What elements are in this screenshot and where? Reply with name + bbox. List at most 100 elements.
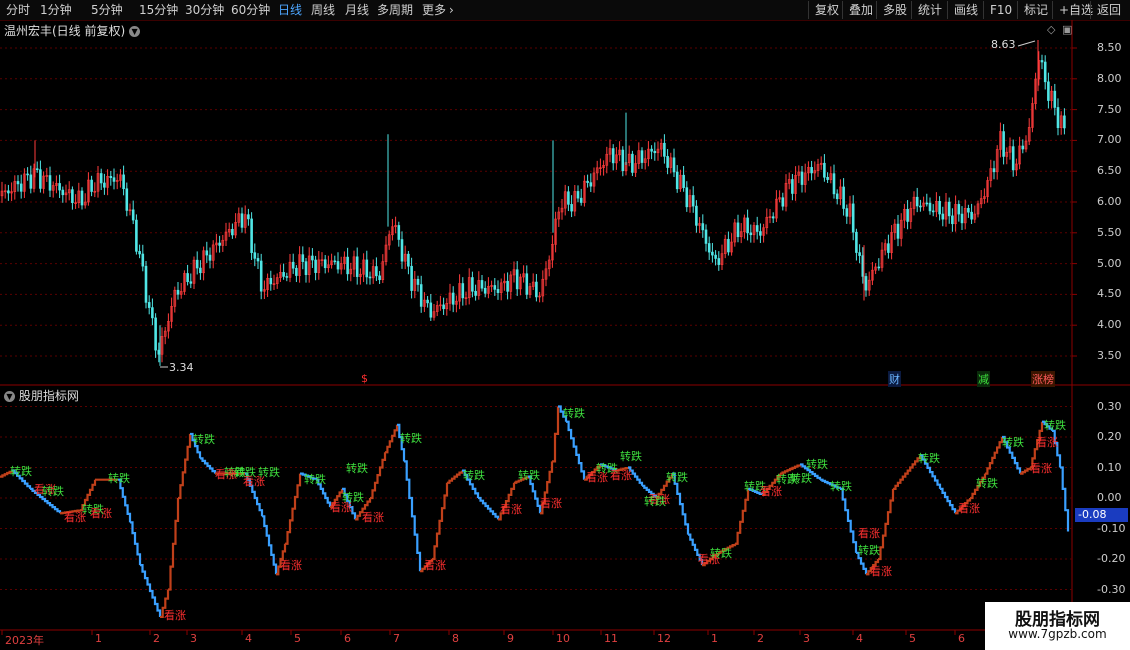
signal-bearish: 转跌 (858, 544, 880, 557)
candle-body (259, 260, 263, 292)
indicator-segment (940, 487, 957, 514)
signal-bullish: 看涨 (1036, 436, 1058, 449)
candle-body (256, 258, 260, 262)
signal-bearish: 转跌 (563, 407, 585, 420)
candle-body (855, 231, 858, 253)
layout-icon[interactable]: ▣ (1062, 23, 1072, 36)
candle-body (333, 260, 337, 263)
candle-body (826, 176, 829, 180)
candle-body (122, 174, 125, 190)
candle-body (295, 267, 298, 276)
candle-body (247, 214, 250, 220)
candle-body (355, 256, 359, 277)
time-label: 2 (757, 632, 764, 645)
signal-bearish: 转跌 (342, 491, 364, 504)
candle-body (749, 232, 753, 236)
dollar-marker[interactable]: $ (361, 372, 368, 385)
candle-body (576, 191, 580, 199)
time-label: 12 (657, 632, 671, 645)
candle-body (336, 261, 340, 270)
signal-bearish: 转跌 (346, 462, 368, 475)
candle-body (896, 223, 900, 239)
limit-up-marker[interactable]: 涨榜 (1031, 371, 1055, 387)
candle-body (1043, 61, 1047, 83)
time-label: 5 (909, 632, 916, 645)
signal-bullish: 看涨 (90, 507, 112, 520)
candle-body (1021, 145, 1025, 150)
candle-body (851, 203, 855, 233)
signal-bearish: 转跌 (10, 465, 32, 478)
candle-body (19, 183, 23, 192)
candle-body (957, 204, 961, 215)
indicator-title: 股朋指标网 (18, 389, 79, 403)
price-tick-label: 3.50 (1097, 349, 1122, 362)
candle-body (125, 188, 129, 211)
time-label: 2023年 (5, 634, 44, 647)
candle-body (483, 287, 487, 294)
time-label: 1 (95, 632, 102, 645)
indicator-tick-label: -0.20 (1097, 552, 1126, 565)
candle-body (7, 190, 10, 194)
candle-body (135, 219, 138, 252)
signal-bearish: 转跌 (463, 469, 485, 482)
price-tick-label: 4.00 (1097, 318, 1122, 332)
candle-body (429, 302, 433, 318)
candle-body (407, 253, 410, 267)
dropdown-icon[interactable]: ▼ (129, 26, 141, 37)
candle-body (199, 267, 202, 274)
candle-body (1040, 60, 1044, 63)
candle-body (141, 253, 145, 267)
candle-body (419, 284, 423, 307)
candle-body (800, 171, 804, 185)
high-price-label: 8.63 (991, 38, 1016, 51)
candle-body (823, 162, 826, 178)
indicator-segment (168, 498, 180, 591)
indicator-segment (200, 457, 217, 474)
candle-body (691, 195, 695, 207)
candle-body (701, 223, 705, 231)
signal-bearish: 转跌 (258, 466, 280, 479)
candle-body (845, 208, 849, 217)
candle-body (301, 254, 305, 262)
candle-body (48, 175, 52, 191)
candle-body (682, 174, 685, 188)
candle-body (58, 183, 61, 191)
time-label: 3 (190, 632, 197, 645)
indicator-segment (1020, 467, 1032, 475)
signal-bearish: 转跌 (1002, 436, 1024, 449)
candle-body (112, 177, 116, 182)
candle-body (906, 208, 909, 222)
candle-body (653, 150, 657, 154)
indicator-segment (262, 515, 278, 575)
time-label: 6 (958, 632, 965, 645)
finance-marker[interactable]: 财 (888, 371, 901, 387)
candle-body (928, 202, 932, 212)
time-label: 8 (452, 632, 459, 645)
time-label: 9 (507, 632, 514, 645)
candle-body (250, 218, 253, 253)
candle-body (695, 205, 698, 226)
candle-body (323, 259, 327, 269)
signal-bearish: 转跌 (830, 480, 852, 493)
reduce-marker[interactable]: 减 (977, 371, 990, 387)
candle-body (941, 213, 945, 220)
candle-body (474, 290, 477, 296)
diamond-icon[interactable]: ◇ (1047, 23, 1055, 36)
signal-bearish: 转跌 (400, 432, 422, 445)
candle-body (951, 215, 954, 225)
candle-body (103, 182, 106, 188)
indicator-title-bar: ▼ 股朋指标网 (4, 387, 79, 404)
candle-body (746, 217, 749, 234)
indicator-segment (404, 460, 422, 572)
candle-body (71, 189, 74, 204)
indicator-tick-label: 0.20 (1097, 430, 1122, 443)
stock-chart[interactable] (0, 0, 1130, 650)
candle-body (269, 277, 273, 285)
stock-title: 温州宏丰(日线 前复权) (4, 24, 126, 38)
candle-body (346, 256, 349, 275)
signal-bullish: 看涨 (280, 559, 302, 572)
candle-body (640, 150, 644, 163)
dropdown-icon[interactable]: ▼ (4, 391, 15, 402)
candle-body (131, 209, 135, 221)
candle-body (442, 304, 445, 310)
